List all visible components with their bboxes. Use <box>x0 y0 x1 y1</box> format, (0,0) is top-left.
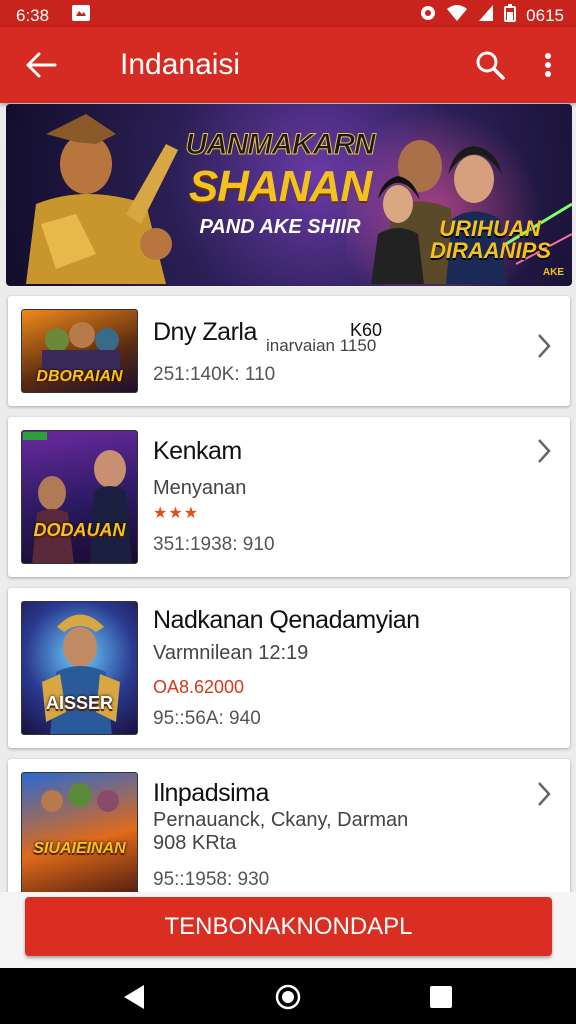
item-thumbnail: AISSER <box>21 601 138 735</box>
thumbnail-label: DODAUAN <box>33 520 126 540</box>
item-meta: 95::1958: 930 <box>153 869 270 890</box>
thumbnail-label: AISSER <box>45 693 114 713</box>
item-title: Ilnpadsima <box>153 779 269 807</box>
nav-back-icon[interactable] <box>122 984 146 1010</box>
notification-icon <box>71 4 91 27</box>
search-icon <box>476 51 505 80</box>
item-subtitle-2: 908 KRta <box>153 832 237 854</box>
search-button[interactable] <box>470 45 510 85</box>
arrow-left-icon <box>26 52 57 78</box>
thumbnail-label: DBORAIAN <box>36 368 123 385</box>
banner-line1: UANMAKARN <box>185 128 376 162</box>
banner-text: UANMAKARN SHANAN PAND AKE SHIIR <box>182 128 378 239</box>
page-title: Indanaisi <box>120 48 241 81</box>
banner-side-title: URIHUAN DIRAANIPS <box>430 216 552 263</box>
item-subtitle: Varmnilean 12:19 <box>153 642 309 664</box>
system-nav-bar <box>0 968 576 1024</box>
more-vert-icon <box>545 53 551 77</box>
battery-icon <box>504 4 517 27</box>
more-options-button[interactable] <box>536 45 560 85</box>
rating-stars: ★★★ <box>153 505 200 522</box>
list-item[interactable]: AISSER Nadkanan Qenadamyian Varmnilean 1… <box>8 588 570 748</box>
back-button[interactable] <box>20 45 62 85</box>
nav-home-icon[interactable] <box>275 984 301 1010</box>
thumbnail-art <box>41 783 119 812</box>
primary-action-button[interactable]: TENBONAKNONDAPL <box>25 897 552 956</box>
nav-recents-icon[interactable] <box>430 986 452 1008</box>
banner-badge: AKE <box>542 267 564 278</box>
thumbnail-art <box>23 432 132 563</box>
status-bar: 6:38 0615 <box>0 0 576 27</box>
item-subtitle: inarvaian 1150 <box>266 336 377 355</box>
item-thumbnail: SIUAIEINAN <box>21 772 138 899</box>
list-item[interactable]: DODAUAN Kenkam Menyanan ★★★ 351:1938: 91… <box>8 417 570 577</box>
thumbnail-art <box>42 614 120 734</box>
item-subtitle: Menyanan <box>153 477 247 499</box>
chevron-right-icon <box>538 334 551 358</box>
item-price: OA8.62000 <box>153 677 245 697</box>
bottom-action-bar: TENBONAKNONDAPL <box>0 892 576 968</box>
list-item[interactable]: DBORAIAN Dny Zarla K60 inarvaian 1150 25… <box>8 296 570 406</box>
item-title: Kenkam <box>153 437 242 465</box>
item-subtitle: Pernauanck, Ckany, Darman <box>153 809 409 831</box>
status-right-time: 0615 <box>526 5 564 25</box>
signal-icon <box>478 4 494 27</box>
list-item[interactable]: SIUAIEINAN Ilnpadsima Pernauanck, Ckany,… <box>8 759 570 899</box>
banner-line2: SHANAN <box>188 162 372 211</box>
app-bar: Indanaisi <box>0 27 576 103</box>
chevron-right-icon <box>538 439 551 463</box>
item-title: Dny Zarla <box>153 318 257 346</box>
item-meta: 95::56A: 940 <box>153 708 261 729</box>
thumbnail-label: SIUAIEINAN <box>33 840 126 857</box>
item-meta: 351:1938: 910 <box>153 534 275 555</box>
alarm-icon <box>420 4 436 27</box>
wifi-icon <box>446 4 468 27</box>
item-thumbnail: DODAUAN <box>21 430 138 564</box>
featured-banner[interactable]: UANMAKARN SHANAN PAND AKE SHIIR URIHUAN … <box>6 104 572 286</box>
status-time: 6:38 <box>16 5 50 25</box>
item-thumbnail: DBORAIAN <box>21 309 138 393</box>
item-title: Nadkanan Qenadamyian <box>153 606 420 634</box>
item-meta: 251:140K: 110 <box>153 364 276 385</box>
banner-line3: PAND AKE SHIIR <box>199 216 361 238</box>
chevron-right-icon <box>538 782 551 806</box>
